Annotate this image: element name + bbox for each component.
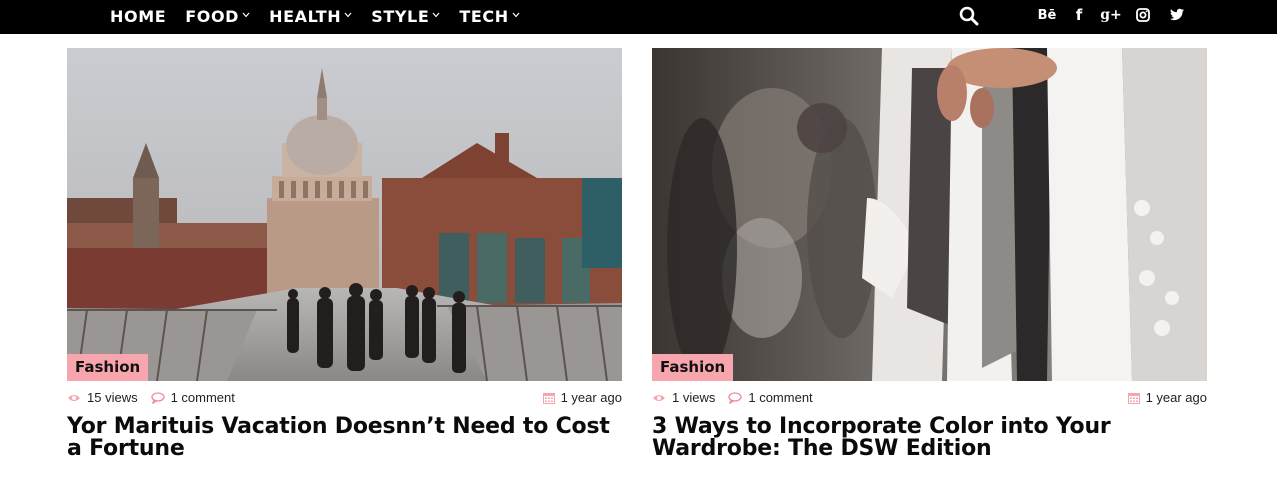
comment-icon bbox=[728, 391, 743, 404]
post-meta: 1 views 1 comment 1 year ago bbox=[652, 390, 1207, 410]
nav-item-style[interactable]: STYLE bbox=[371, 7, 440, 26]
nav-item-label: TECH bbox=[459, 6, 509, 26]
search-icon[interactable] bbox=[959, 6, 979, 26]
date-text: 1 year ago bbox=[560, 390, 622, 405]
comment-icon bbox=[150, 391, 165, 404]
behance-icon[interactable]: Bē bbox=[1036, 5, 1058, 25]
category-badge[interactable]: Fashion bbox=[67, 354, 149, 381]
chevron-down-icon bbox=[432, 12, 440, 17]
eye-icon bbox=[68, 394, 80, 401]
post-meta: 15 views 1 comment 1 year ago bbox=[67, 390, 622, 410]
post-title[interactable]: Yor Marituis Vacation Doesnn’t Need to C… bbox=[67, 416, 622, 460]
category-badge[interactable]: Fashion bbox=[652, 354, 734, 381]
calendar-icon bbox=[542, 392, 555, 404]
views-count: 15 views bbox=[67, 390, 138, 405]
nav-item-home[interactable]: HOME bbox=[110, 7, 166, 26]
views-text: 15 views bbox=[87, 390, 138, 405]
main-menu: HOME FOOD HEALTH STYLE TECH bbox=[110, 0, 539, 32]
views-count: 1 views bbox=[652, 390, 715, 405]
calendar-icon bbox=[1127, 392, 1140, 404]
nav-item-health[interactable]: HEALTH bbox=[269, 7, 352, 26]
comments-text: 1 comment bbox=[748, 390, 813, 405]
nav-item-label: HOME bbox=[110, 6, 167, 26]
nav-item-food[interactable]: FOOD bbox=[185, 7, 250, 26]
post-image[interactable]: Fashion bbox=[652, 48, 1207, 381]
post-image[interactable]: Fashion bbox=[67, 48, 622, 381]
nav-item-label: STYLE bbox=[371, 6, 430, 26]
post-card: Fashion 15 views 1 comment 1 year ago Yo… bbox=[67, 48, 622, 460]
views-text: 1 views bbox=[672, 390, 716, 405]
date-text: 1 year ago bbox=[1145, 390, 1207, 405]
meta-left: 15 views 1 comment bbox=[67, 390, 248, 405]
post-date: 1 year ago bbox=[542, 390, 622, 405]
chevron-down-icon bbox=[344, 12, 352, 17]
instagram-icon[interactable] bbox=[1136, 8, 1150, 22]
post-date: 1 year ago bbox=[1127, 390, 1207, 405]
clothing-rack-photo bbox=[652, 48, 1207, 381]
facebook-icon[interactable]: f bbox=[1071, 5, 1087, 25]
nav-item-tech[interactable]: TECH bbox=[459, 6, 520, 26]
nav-item-label: HEALTH bbox=[269, 6, 342, 26]
meta-left: 1 views 1 comment bbox=[652, 390, 826, 405]
nav-item-label: FOOD bbox=[185, 6, 240, 26]
twitter-icon[interactable] bbox=[1170, 8, 1184, 21]
google-plus-icon[interactable]: g+ bbox=[1100, 5, 1122, 25]
eye-icon bbox=[653, 394, 665, 401]
post-card: Fashion 1 views 1 comment 1 year ago 3 W… bbox=[652, 48, 1207, 460]
cathedral-bridge-photo bbox=[67, 48, 622, 381]
top-navigation-bar: HOME FOOD HEALTH STYLE TECH Bē f g+ bbox=[0, 0, 1277, 34]
comments-count[interactable]: 1 comment bbox=[728, 390, 813, 405]
comments-text: 1 comment bbox=[170, 390, 235, 405]
chevron-down-icon bbox=[512, 12, 520, 17]
post-title[interactable]: 3 Ways to Incorporate Color into Your Wa… bbox=[652, 416, 1207, 460]
comments-count[interactable]: 1 comment bbox=[150, 390, 235, 405]
chevron-down-icon bbox=[242, 12, 250, 17]
